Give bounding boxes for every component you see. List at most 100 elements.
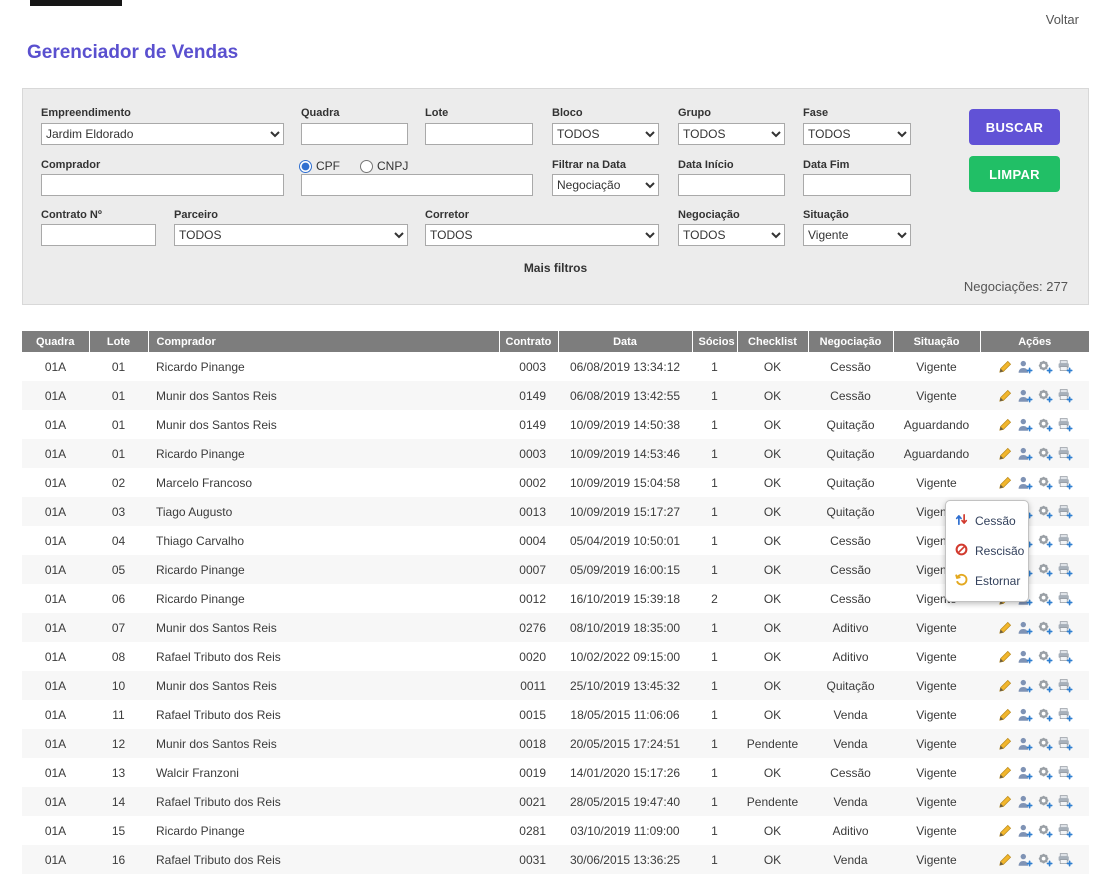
empreendimento-select[interactable]: Jardim Eldorado xyxy=(41,123,284,145)
print-add-icon[interactable] xyxy=(1056,532,1073,549)
gear-add-icon[interactable] xyxy=(1036,532,1053,549)
print-add-icon[interactable] xyxy=(1056,474,1073,491)
grupo-select[interactable]: TODOS xyxy=(678,123,785,145)
cell-quadra: 01A xyxy=(22,468,89,497)
edit-icon[interactable] xyxy=(996,619,1013,636)
gear-add-icon[interactable] xyxy=(1036,648,1053,665)
context-item-cessao[interactable]: Cessão xyxy=(946,506,1028,536)
user-actions-icon[interactable] xyxy=(1016,416,1033,433)
print-add-icon[interactable] xyxy=(1056,677,1073,694)
print-add-icon[interactable] xyxy=(1056,648,1073,665)
gear-add-icon[interactable] xyxy=(1036,706,1053,723)
print-add-icon[interactable] xyxy=(1056,590,1073,607)
gear-add-icon[interactable] xyxy=(1036,822,1053,839)
print-add-icon[interactable] xyxy=(1056,358,1073,375)
edit-icon[interactable] xyxy=(996,706,1013,723)
data-inicio-input[interactable] xyxy=(678,174,785,196)
gear-add-icon[interactable] xyxy=(1036,358,1053,375)
bloco-select[interactable]: TODOS xyxy=(552,123,659,145)
cell-data: 10/09/2019 15:04:58 xyxy=(558,468,692,497)
buscar-button[interactable]: BUSCAR xyxy=(969,109,1060,145)
edit-icon[interactable] xyxy=(996,648,1013,665)
print-add-icon[interactable] xyxy=(1056,503,1073,520)
user-actions-icon[interactable] xyxy=(1016,793,1033,810)
user-actions-icon[interactable] xyxy=(1016,764,1033,781)
user-actions-icon[interactable] xyxy=(1016,648,1033,665)
situacao-label: Situação xyxy=(803,209,849,221)
print-add-icon[interactable] xyxy=(1056,561,1073,578)
user-actions-icon[interactable] xyxy=(1016,358,1033,375)
lote-input[interactable] xyxy=(425,123,533,145)
print-add-icon[interactable] xyxy=(1056,735,1073,752)
gear-add-icon[interactable] xyxy=(1036,793,1053,810)
edit-icon[interactable] xyxy=(996,445,1013,462)
limpar-button[interactable]: LIMPAR xyxy=(969,156,1060,192)
cell-situacao: Vigente xyxy=(893,381,980,410)
cnpj-radio-option[interactable]: CNPJ xyxy=(360,159,408,173)
cpf-radio[interactable] xyxy=(299,160,312,173)
parceiro-select[interactable]: TODOS xyxy=(174,224,408,246)
gear-add-icon[interactable] xyxy=(1036,416,1053,433)
print-add-icon[interactable] xyxy=(1056,619,1073,636)
gear-add-icon[interactable] xyxy=(1036,590,1053,607)
situacao-select[interactable]: Vigente xyxy=(803,224,911,246)
cell-negociacao: Venda xyxy=(808,845,893,874)
user-actions-icon[interactable] xyxy=(1016,474,1033,491)
comprador-input[interactable] xyxy=(41,174,284,196)
print-add-icon[interactable] xyxy=(1056,445,1073,462)
cnpj-radio[interactable] xyxy=(360,160,373,173)
negociacao-select[interactable]: TODOS xyxy=(678,224,785,246)
edit-icon[interactable] xyxy=(996,416,1013,433)
edit-icon[interactable] xyxy=(996,677,1013,694)
print-add-icon[interactable] xyxy=(1056,764,1073,781)
print-add-icon[interactable] xyxy=(1056,822,1073,839)
gear-add-icon[interactable] xyxy=(1036,619,1053,636)
user-actions-icon[interactable] xyxy=(1016,822,1033,839)
gear-add-icon[interactable] xyxy=(1036,561,1053,578)
user-actions-icon[interactable] xyxy=(1016,851,1033,868)
edit-icon[interactable] xyxy=(996,474,1013,491)
gear-add-icon[interactable] xyxy=(1036,851,1053,868)
print-add-icon[interactable] xyxy=(1056,416,1073,433)
cpf-radio-option[interactable]: CPF xyxy=(299,159,340,173)
cell-acoes xyxy=(980,439,1089,468)
edit-icon[interactable] xyxy=(996,822,1013,839)
edit-icon[interactable] xyxy=(996,851,1013,868)
fase-select[interactable]: TODOS xyxy=(803,123,911,145)
documento-input[interactable] xyxy=(301,174,533,196)
print-add-icon[interactable] xyxy=(1056,387,1073,404)
gear-add-icon[interactable] xyxy=(1036,387,1053,404)
data-fim-input[interactable] xyxy=(803,174,911,196)
edit-icon[interactable] xyxy=(996,793,1013,810)
gear-add-icon[interactable] xyxy=(1036,735,1053,752)
edit-icon[interactable] xyxy=(996,735,1013,752)
corretor-select[interactable]: TODOS xyxy=(425,224,659,246)
print-add-icon[interactable] xyxy=(1056,851,1073,868)
filtrar-na-data-select[interactable]: Negociação xyxy=(552,174,659,196)
gear-add-icon[interactable] xyxy=(1036,445,1053,462)
user-actions-icon[interactable] xyxy=(1016,619,1033,636)
print-add-icon[interactable] xyxy=(1056,706,1073,723)
user-actions-icon[interactable] xyxy=(1016,706,1033,723)
gear-add-icon[interactable] xyxy=(1036,677,1053,694)
bloco-label: Bloco xyxy=(552,107,583,119)
edit-icon[interactable] xyxy=(996,358,1013,375)
edit-icon[interactable] xyxy=(996,387,1013,404)
cell-contrato: 0015 xyxy=(499,700,558,729)
print-add-icon[interactable] xyxy=(1056,793,1073,810)
edit-icon[interactable] xyxy=(996,764,1013,781)
context-item-rescisao[interactable]: Rescisão xyxy=(946,536,1028,566)
user-actions-icon[interactable] xyxy=(1016,677,1033,694)
user-actions-icon[interactable] xyxy=(1016,387,1033,404)
context-item-estornar[interactable]: Estornar xyxy=(946,566,1028,596)
gear-add-icon[interactable] xyxy=(1036,474,1053,491)
gear-add-icon[interactable] xyxy=(1036,503,1053,520)
user-actions-icon[interactable] xyxy=(1016,445,1033,462)
user-actions-icon[interactable] xyxy=(1016,735,1033,752)
quadra-input[interactable] xyxy=(301,123,408,145)
gear-add-icon[interactable] xyxy=(1036,764,1053,781)
cell-quadra: 01A xyxy=(22,352,89,381)
back-link[interactable]: Voltar xyxy=(1046,12,1079,27)
mais-filtros-link[interactable]: Mais filtros xyxy=(23,261,1088,275)
contrato-input[interactable] xyxy=(41,224,156,246)
